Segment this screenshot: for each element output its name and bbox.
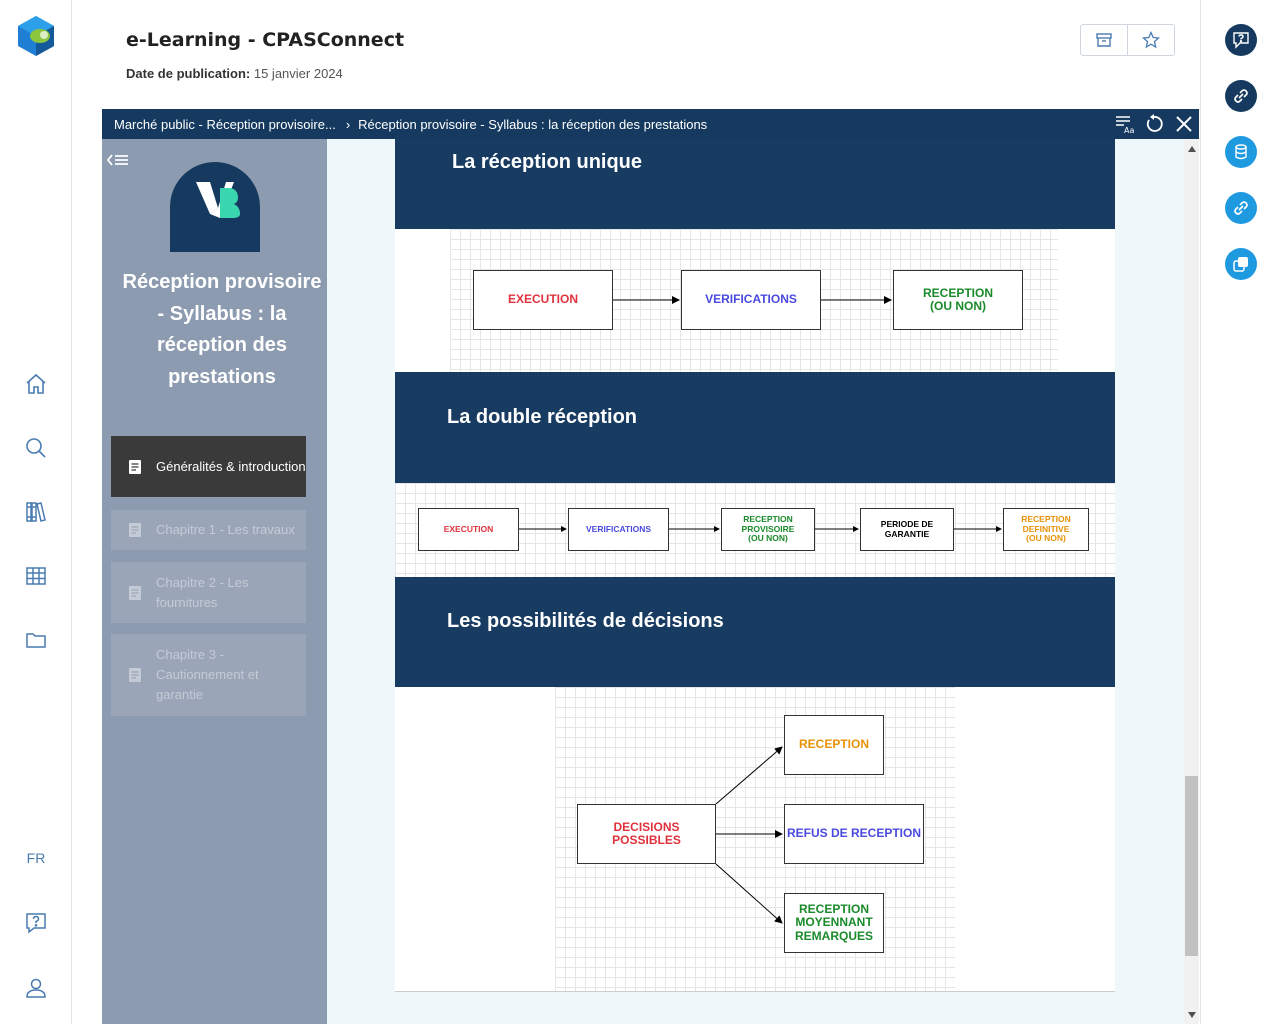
text-settings-button[interactable]: Aa: [1109, 109, 1139, 139]
chapter-label: Généralités & introduction: [156, 458, 306, 474]
collapse-menu-icon[interactable]: [104, 149, 130, 171]
breadcrumb-current: Réception provisoire - Syllabus : la réc…: [358, 116, 708, 132]
search-icon[interactable]: [22, 434, 50, 462]
diagram-decisions: DECISIONS POSSIBLES RECEPTION REFUS DE R…: [395, 687, 1115, 991]
star-icon: [1142, 31, 1160, 49]
course-sidebar: Réception provisoire - Syllabus : la réc…: [102, 139, 327, 1024]
favorite-button[interactable]: [1127, 25, 1174, 55]
section-title: La double réception: [447, 406, 638, 428]
section-title: Les possibilités de décisions: [447, 610, 724, 632]
library-icon[interactable]: [22, 498, 50, 526]
link-alt-icon: [1234, 201, 1248, 215]
chapter-label: Chapitre 2 - Les fournitures: [156, 574, 249, 610]
chapter-item-2[interactable]: Chapitre 2 - Les fournitures: [111, 562, 306, 623]
viewer-toolbar: Marché public - Réception provisoire... …: [102, 109, 1199, 139]
home-icon[interactable]: [22, 370, 50, 398]
breadcrumb-separator: ›: [345, 116, 351, 132]
header-actions: [1080, 24, 1175, 56]
copy-icon: [1233, 257, 1248, 272]
feedback-icon: [1233, 32, 1249, 49]
restart-button[interactable]: [1139, 109, 1169, 139]
close-icon: [1176, 116, 1192, 132]
copy-button[interactable]: [1225, 248, 1257, 280]
diagram-arrows: [613, 296, 892, 304]
content-scrollbar[interactable]: [1184, 139, 1199, 1024]
content-divider: [395, 991, 1115, 992]
course-content: La réception unique EXECUTION VERIFICATI…: [327, 139, 1184, 1024]
course-logo-icon: [196, 182, 240, 218]
document-icon: [129, 459, 141, 474]
chapter-label: Chapitre 3 - Cautionnement et garantie: [156, 647, 259, 702]
diagram-reception-unique: EXECUTION VERIFICATIONS RECEPTION (OU NO…: [395, 229, 1115, 372]
language-selector[interactable]: FR: [0, 850, 72, 866]
chapter-item-1[interactable]: Chapitre 1 - Les travaux: [111, 510, 306, 550]
section-title: La réception unique: [452, 151, 643, 173]
section-header-reception-unique: La réception unique: [395, 139, 1115, 229]
scrollbar-thumb[interactable]: [1185, 776, 1198, 956]
database-button[interactable]: [1225, 136, 1257, 168]
folder-icon[interactable]: [22, 626, 50, 654]
diagram-arrows: [715, 746, 783, 924]
help-icon[interactable]: [22, 909, 50, 937]
section-header-double-reception: La double réception: [395, 372, 1115, 483]
page-title: e-Learning - CPASConnect: [126, 29, 405, 51]
course-logo: [170, 162, 260, 252]
document-icon: [129, 668, 141, 682]
link-alt-button[interactable]: [1225, 192, 1257, 224]
close-viewer-button[interactable]: [1169, 109, 1199, 139]
link-button[interactable]: [1225, 80, 1257, 112]
user-icon[interactable]: [22, 974, 50, 1002]
archive-button[interactable]: [1081, 25, 1127, 55]
breadcrumb-parent[interactable]: Marché public - Réception provisoire...: [102, 117, 336, 132]
diagram-arrows: [519, 526, 1002, 532]
grid-icon[interactable]: [22, 562, 50, 590]
restart-icon: [1146, 114, 1163, 132]
publication-date-label: Date de publication:: [126, 66, 251, 81]
chapter-item-3[interactable]: Chapitre 3 - Cautionnement et garantie: [111, 634, 306, 716]
course-title: Réception provisoire - Syllabus : la réc…: [122, 271, 322, 388]
text-settings-icon: Aa: [1116, 116, 1134, 134]
chapter-label: Chapitre 1 - Les travaux: [156, 522, 295, 537]
scroll-up-icon[interactable]: [1184, 141, 1199, 156]
document-icon: [129, 523, 141, 537]
feedback-button[interactable]: [1225, 24, 1257, 56]
right-tools-rail: [1200, 0, 1280, 1024]
diagram-double-reception: EXECUTION VERIFICATIONS RECEPTION PROVIS…: [395, 483, 1115, 577]
document-icon: [129, 585, 141, 600]
course-viewer: Marché public - Réception provisoire... …: [102, 109, 1199, 1024]
publication-date-value: 15 janvier 2024: [253, 66, 343, 81]
link-icon: [1234, 89, 1248, 103]
left-nav-rail: FR: [0, 0, 72, 1024]
publication-date: Date de publication: 15 janvier 2024: [126, 66, 343, 81]
archive-icon: [1096, 33, 1112, 47]
section-header-decisions: Les possibilités de décisions: [395, 577, 1115, 687]
scroll-down-icon[interactable]: [1184, 1007, 1199, 1022]
cpas-logo-icon[interactable]: [14, 14, 58, 58]
svg-text:Aa: Aa: [1124, 126, 1134, 134]
database-icon: [1235, 144, 1247, 160]
chapter-item-introduction[interactable]: Généralités & introduction: [111, 436, 306, 497]
